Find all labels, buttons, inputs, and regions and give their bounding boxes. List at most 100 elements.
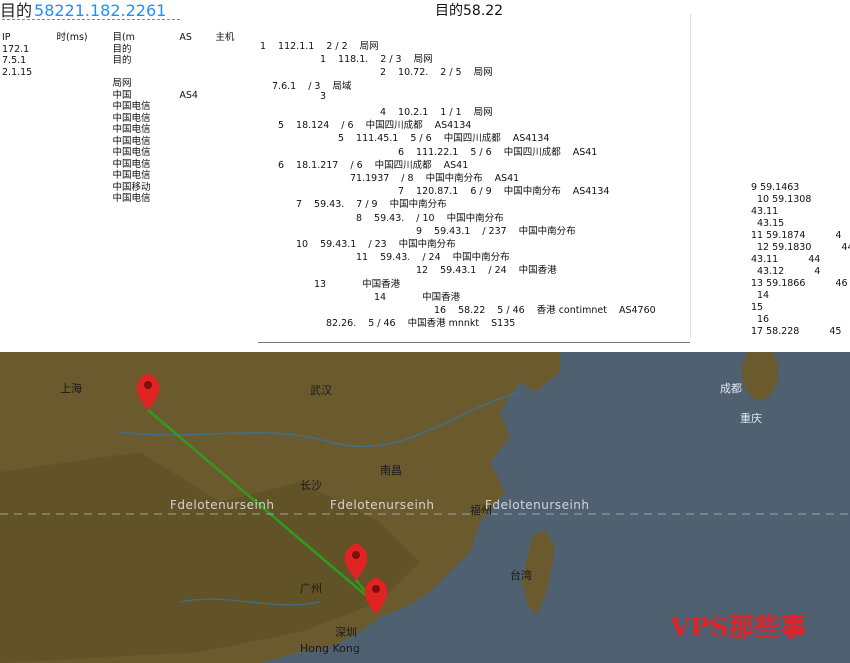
brand-watermark: VPS那些事: [670, 613, 807, 643]
city-label: 重庆: [740, 412, 762, 425]
hop-row: 11 59.43./ 24 中国中南分布: [356, 249, 534, 263]
table-row: 中国电信: [0, 136, 250, 148]
hop-time: / 3: [308, 80, 321, 92]
table-row: 172.1 目的: [0, 44, 250, 56]
hop-time: 2 / 5: [440, 67, 462, 79]
table-cell: [213, 44, 250, 56]
secondary-hop-label: 43.11: [751, 206, 779, 217]
table-cell: [213, 78, 250, 90]
table-cell: [55, 159, 111, 171]
secondary-hop-value: 4: [814, 266, 821, 277]
secondary-hop-row: 14: [757, 290, 799, 301]
secondary-hop-label: 12 59.1830: [757, 242, 812, 253]
secondary-hop-label: 10 59.1308: [757, 194, 812, 205]
hop-ip: 18.1.217: [296, 159, 339, 171]
table-cell: [177, 170, 213, 182]
table-cell: 中国电信: [112, 135, 151, 147]
table-cell: [55, 55, 111, 67]
secondary-hop-row: 13 59.1866 46: [751, 278, 848, 289]
hop-n: 1: [260, 41, 267, 52]
hop-row: 6 111.22.1 5 / 6 中国四川成都 AS41: [398, 144, 609, 158]
table-cell: 172.1: [2, 43, 30, 55]
table-cell: [55, 182, 111, 194]
table-cell: [213, 67, 250, 79]
city-label: 深圳: [335, 626, 357, 639]
secondary-hop-row: 43.12 4: [757, 266, 820, 277]
table-cell: [177, 101, 213, 113]
table-cell: 中国电信: [112, 101, 151, 112]
hop-ip: 59.43.: [374, 212, 405, 224]
table-cell: 中国电信: [112, 158, 151, 170]
secondary-hop-value: 4: [835, 230, 842, 241]
secondary-hop-label: 43.15: [757, 218, 785, 229]
table-cell: [55, 147, 111, 159]
watermark-text: Fdelotenurseinh: [485, 498, 590, 512]
hop-row: 3: [320, 91, 386, 102]
hop-row: 9 59.43.1/ 237 中国中南分布: [416, 223, 600, 237]
hop-ip: 118.1.: [338, 54, 369, 66]
table-row: 中国电信: [0, 113, 250, 125]
table-cell: [213, 55, 250, 67]
table-cell: 2.1.15: [2, 66, 33, 78]
hop-n: 5: [278, 120, 285, 132]
table-cell: 中国电信: [112, 193, 151, 204]
secondary-hop-row: 15: [751, 302, 793, 313]
traceroute-panel: 目的 58221.182.2261 目的58.22 IP 时(ms) 目(m AS…: [0, 0, 850, 352]
hop-n: 13: [314, 278, 327, 290]
hop-ip: 7.6.1: [272, 80, 297, 92]
hop-loc: 中国中南分布: [503, 186, 561, 198]
secondary-hop-value: 44: [808, 254, 821, 265]
hop-ip: 111.45.1: [356, 133, 399, 145]
hop-row: 14 中国香港: [374, 289, 484, 303]
secondary-hop-label: 16: [757, 314, 770, 325]
table-cell: [0, 147, 55, 159]
table-cell: 目的: [112, 55, 132, 66]
table-cell: [55, 101, 111, 113]
hop-n: 5: [338, 133, 345, 145]
table-cell: [213, 101, 250, 113]
secondary-hop-label: 13 59.1866: [751, 278, 806, 289]
col-target: 目(m: [112, 32, 135, 43]
table-header-row: IP 时(ms) 目(m AS 主机: [0, 32, 250, 44]
hop-loc: 香港 contimnet: [536, 305, 607, 316]
table-cell: [213, 136, 250, 148]
table-cell: [213, 113, 250, 125]
table-cell: 局网: [112, 78, 132, 89]
hop-time: / 237: [482, 225, 507, 237]
city-label: 长沙: [300, 479, 322, 492]
table-cell: 中国电信: [112, 124, 151, 135]
hop-loc: 中国香港: [518, 265, 557, 277]
table-cell: [0, 170, 55, 182]
secondary-hop-row: 16: [757, 314, 799, 325]
table-cell: [55, 113, 111, 125]
table-row: 中国电信: [0, 159, 250, 171]
secondary-hop-row: 43.11 44: [751, 254, 820, 265]
hop-n: 1: [320, 54, 327, 66]
secondary-hop-row: 43.11: [751, 206, 808, 217]
table-cell: [213, 170, 250, 182]
table-cell: [177, 113, 213, 125]
hop-n: 8: [356, 212, 363, 224]
table-cell: [55, 67, 111, 79]
table-cell: [177, 136, 213, 148]
hop-row: 82.26. 5 / 46 中国香港 mnnkt S135: [314, 315, 527, 329]
table-cell: 中国移动: [112, 181, 151, 193]
hop-n: 3: [320, 90, 327, 102]
col-time: 时(ms): [56, 32, 88, 43]
table-cell: [55, 170, 111, 182]
secondary-hop-label: 9 59.1463: [751, 182, 800, 193]
secondary-hop-row: 10 59.1308: [757, 194, 841, 205]
target-ip-link[interactable]: 58221.182.2261: [34, 1, 166, 20]
secondary-hop-label: 43.12: [757, 266, 785, 277]
hop-as: AS4134: [572, 186, 610, 198]
hop-ip: 10.72.: [398, 67, 429, 79]
hop-time: 5 / 46: [368, 318, 396, 330]
watermark-text: Fdelotenurseinh: [170, 498, 275, 512]
table-cell: [0, 78, 55, 90]
hop-loc: 中国四川成都: [503, 146, 561, 158]
city-label: Hong Kong: [300, 642, 360, 655]
table-cell: [0, 182, 55, 194]
table-cell: 中国电信: [112, 112, 151, 124]
hop-time: / 24: [488, 265, 507, 277]
table-cell: [177, 147, 213, 159]
